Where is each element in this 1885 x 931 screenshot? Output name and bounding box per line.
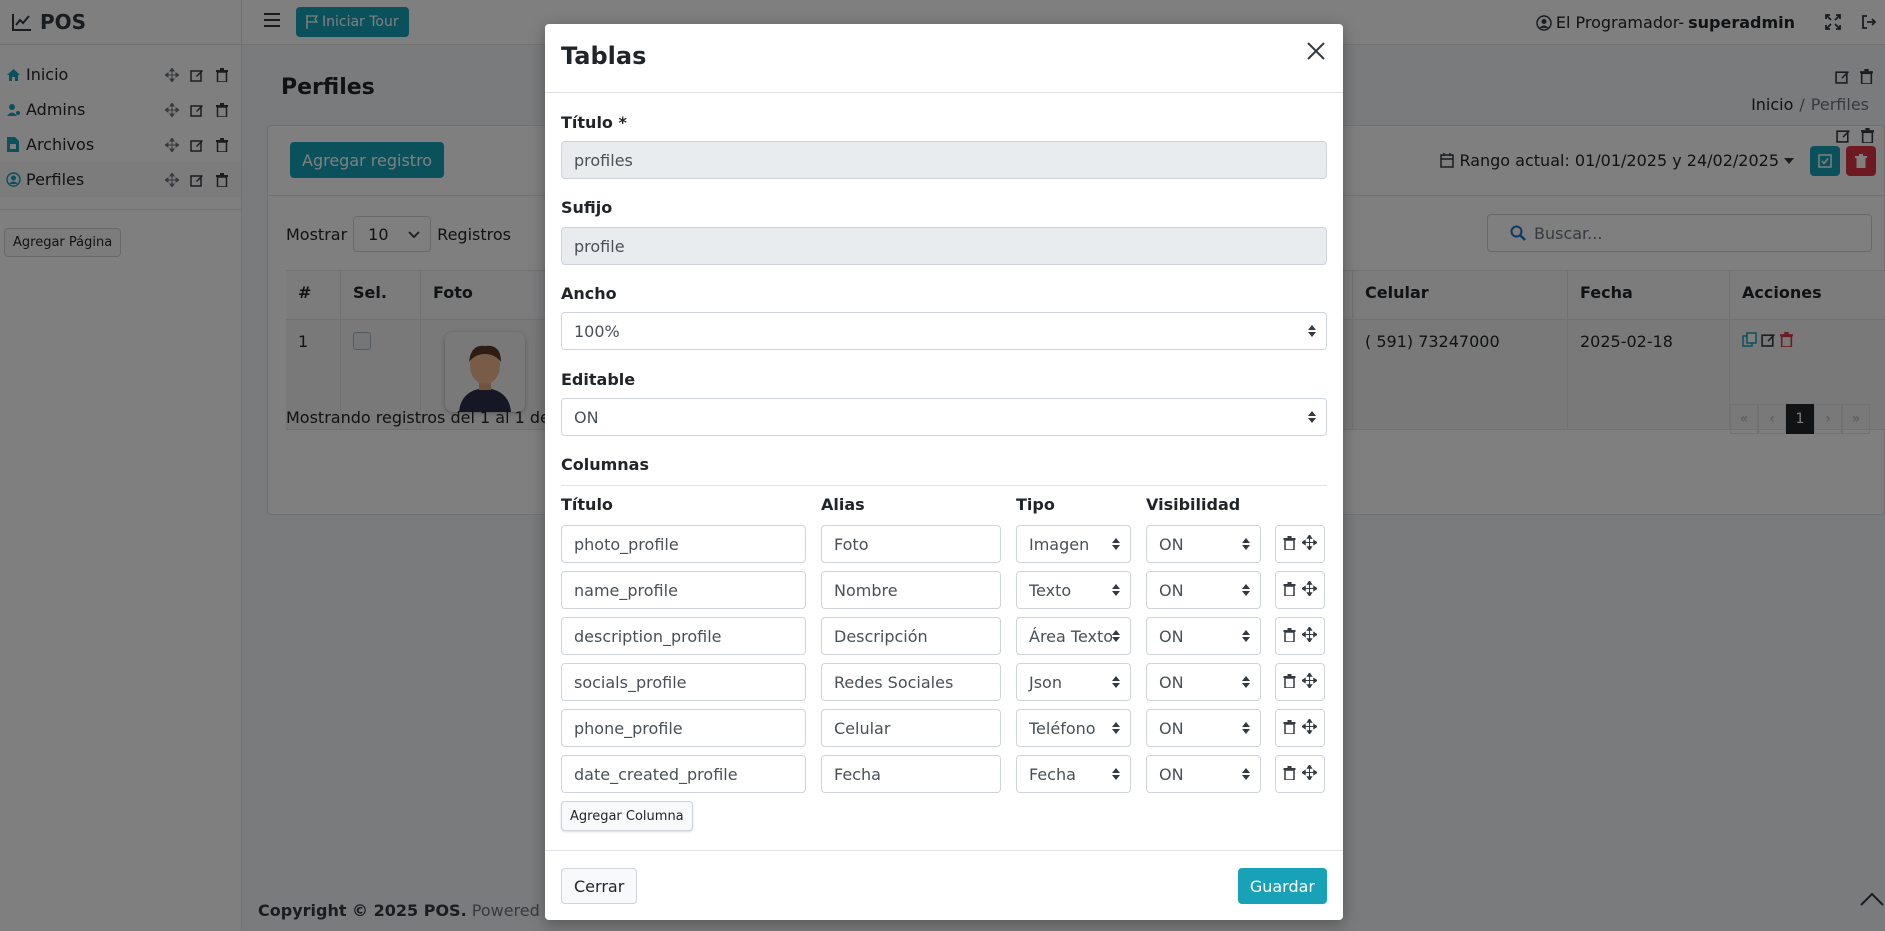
column-type-value: Área Texto bbox=[1029, 626, 1114, 646]
column-type-value: Teléfono bbox=[1029, 718, 1096, 738]
column-title-value: description_profile bbox=[574, 626, 722, 646]
col-header-title: Título bbox=[561, 495, 613, 514]
columns-section-label: Columnas bbox=[561, 455, 649, 474]
move-icon[interactable] bbox=[1301, 763, 1318, 784]
col-header-visibility: Visibilidad bbox=[1146, 495, 1241, 514]
save-button[interactable]: Guardar bbox=[1237, 868, 1327, 904]
column-alias-value: Celular bbox=[834, 718, 891, 738]
column-alias-value: Nombre bbox=[834, 580, 898, 600]
column-alias-input[interactable]: Celular bbox=[821, 709, 1001, 747]
col-header-alias: Alias bbox=[821, 495, 865, 514]
sort-icon bbox=[1308, 325, 1316, 337]
sort-icon bbox=[1242, 584, 1250, 596]
column-visibility-select[interactable]: ON bbox=[1146, 617, 1261, 655]
sort-icon bbox=[1112, 722, 1120, 734]
column-type-select[interactable]: Área Texto bbox=[1016, 617, 1131, 655]
column-alias-input[interactable]: Foto bbox=[821, 525, 1001, 563]
title-label: Título * bbox=[561, 113, 627, 132]
column-alias-value: Descripción bbox=[834, 626, 928, 646]
column-title-value: name_profile bbox=[574, 580, 678, 600]
column-type-select[interactable]: Fecha bbox=[1016, 755, 1131, 793]
sort-icon bbox=[1242, 722, 1250, 734]
column-type-select[interactable]: Texto bbox=[1016, 571, 1131, 609]
trash-icon[interactable] bbox=[1283, 581, 1296, 600]
table-title-value: profiles bbox=[574, 150, 633, 170]
column-alias-value: Fecha bbox=[834, 764, 881, 784]
close-icon[interactable] bbox=[1303, 38, 1329, 64]
sort-icon bbox=[1112, 538, 1120, 550]
trash-icon[interactable] bbox=[1283, 719, 1296, 738]
column-type-select[interactable]: Imagen bbox=[1016, 525, 1131, 563]
column-visibility-value: ON bbox=[1159, 580, 1184, 600]
table-title-input[interactable]: profiles bbox=[561, 141, 1327, 179]
column-title-input[interactable]: photo_profile bbox=[561, 525, 806, 563]
column-visibility-select[interactable]: ON bbox=[1146, 663, 1261, 701]
column-visibility-select[interactable]: ON bbox=[1146, 709, 1261, 747]
move-icon[interactable] bbox=[1301, 533, 1318, 554]
column-visibility-select[interactable]: ON bbox=[1146, 525, 1261, 563]
suffix-value: profile bbox=[574, 236, 625, 256]
column-alias-input[interactable]: Fecha bbox=[821, 755, 1001, 793]
column-title-input[interactable]: date_created_profile bbox=[561, 755, 806, 793]
trash-icon[interactable] bbox=[1283, 765, 1296, 784]
column-title-input[interactable]: socials_profile bbox=[561, 663, 806, 701]
column-title-value: socials_profile bbox=[574, 672, 687, 692]
suffix-input[interactable]: profile bbox=[561, 227, 1327, 265]
column-type-select[interactable]: Teléfono bbox=[1016, 709, 1131, 747]
column-alias-input[interactable]: Descripción bbox=[821, 617, 1001, 655]
column-type-select[interactable]: Json bbox=[1016, 663, 1131, 701]
column-visibility-select[interactable]: ON bbox=[1146, 571, 1261, 609]
editable-label: Editable bbox=[561, 370, 636, 389]
column-title-value: photo_profile bbox=[574, 534, 679, 554]
move-icon[interactable] bbox=[1301, 717, 1318, 738]
column-title-input[interactable]: phone_profile bbox=[561, 709, 806, 747]
column-title-input[interactable]: description_profile bbox=[561, 617, 806, 655]
modal-footer: Cerrar Guardar bbox=[545, 850, 1343, 920]
move-icon[interactable] bbox=[1301, 671, 1318, 692]
suffix-label: Sufijo bbox=[561, 198, 613, 217]
trash-icon[interactable] bbox=[1283, 673, 1296, 692]
sort-icon bbox=[1242, 538, 1250, 550]
column-visibility-value: ON bbox=[1159, 718, 1184, 738]
column-visibility-value: ON bbox=[1159, 764, 1184, 784]
column-alias-input[interactable]: Redes Sociales bbox=[821, 663, 1001, 701]
column-title-value: date_created_profile bbox=[574, 764, 738, 784]
width-select[interactable]: 100% bbox=[561, 312, 1327, 350]
sort-icon bbox=[1242, 676, 1250, 688]
editable-select[interactable]: ON bbox=[561, 398, 1327, 436]
column-visibility-value: ON bbox=[1159, 534, 1184, 554]
column-alias-value: Foto bbox=[834, 534, 869, 554]
sort-icon bbox=[1242, 630, 1250, 642]
sort-icon bbox=[1308, 411, 1316, 423]
sort-icon bbox=[1112, 676, 1120, 688]
move-icon[interactable] bbox=[1301, 579, 1318, 600]
column-title-value: phone_profile bbox=[574, 718, 683, 738]
trash-icon[interactable] bbox=[1283, 535, 1296, 554]
column-alias-value: Redes Sociales bbox=[834, 672, 954, 692]
column-title-input[interactable]: name_profile bbox=[561, 571, 806, 609]
column-alias-input[interactable]: Nombre bbox=[821, 571, 1001, 609]
trash-icon[interactable] bbox=[1283, 627, 1296, 646]
column-visibility-value: ON bbox=[1159, 672, 1184, 692]
move-icon[interactable] bbox=[1301, 625, 1318, 646]
column-type-value: Imagen bbox=[1029, 534, 1090, 554]
col-header-type: Tipo bbox=[1016, 495, 1055, 514]
sort-icon bbox=[1112, 630, 1120, 642]
editable-value: ON bbox=[574, 407, 599, 427]
tables-modal: Tablas Título * profiles Sufijo profile … bbox=[545, 24, 1343, 920]
close-button[interactable]: Cerrar bbox=[561, 868, 638, 904]
width-label: Ancho bbox=[561, 284, 617, 303]
modal-title: Tablas bbox=[561, 42, 647, 70]
width-value: 100% bbox=[574, 321, 620, 341]
sort-icon bbox=[1112, 584, 1120, 596]
column-visibility-select[interactable]: ON bbox=[1146, 755, 1261, 793]
column-type-value: Texto bbox=[1029, 580, 1072, 600]
sort-icon bbox=[1242, 768, 1250, 780]
column-type-value: Fecha bbox=[1029, 764, 1076, 784]
column-type-value: Json bbox=[1029, 672, 1062, 692]
sort-icon bbox=[1112, 768, 1120, 780]
column-visibility-value: ON bbox=[1159, 626, 1184, 646]
add-column-button[interactable]: Agregar Columna bbox=[561, 801, 693, 831]
